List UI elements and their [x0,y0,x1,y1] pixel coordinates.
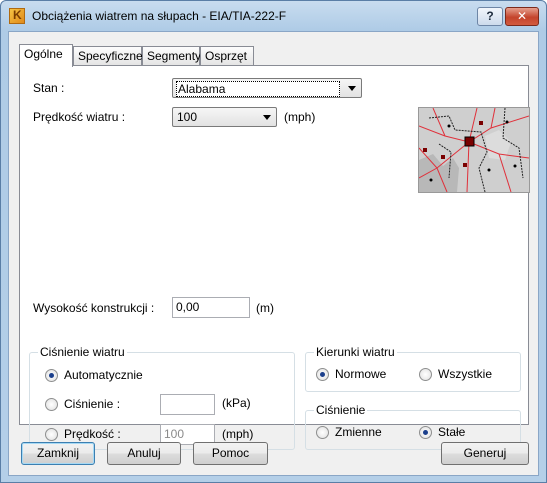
state-select-value: Alabama [176,81,340,97]
tab-accessories[interactable]: Osprzęt [200,46,254,66]
normal-radio[interactable] [316,368,329,381]
tab-label: Osprzęt [205,49,248,63]
help-button[interactable]: Pomoc [193,442,268,465]
tab-specific[interactable]: Specyficzne [73,46,143,66]
constant-radio[interactable] [419,426,432,439]
app-logo-icon [9,8,25,24]
close-button[interactable]: Zamknij [21,442,95,465]
wind-pressure-group: Ciśnienie wiatru Automatycznie Ciśnienie… [29,345,295,450]
speed-label: Prędkość : [64,427,121,441]
dialog-window: Obciążenia wiatrem na słupach - EIA/TIA-… [0,0,547,483]
close-window-button[interactable]: ✕ [505,7,539,26]
pressure-unit: (kPa) [222,396,251,410]
all-radio[interactable] [419,368,432,381]
pressure-input[interactable] [160,394,215,415]
map-icon [418,107,530,193]
wind-directions-group: Kierunki wiatru Normowe Wszystkie [305,345,521,392]
pressure-radio[interactable] [45,398,58,411]
wind-speed-unit: (mph) [284,110,316,124]
pressure-label: Ciśnienie : [64,397,121,411]
automatic-radio[interactable] [45,369,58,382]
wind-speed-select-value: 100 [177,110,198,124]
chevron-down-icon [263,115,271,120]
wind-speed-select[interactable]: 100 [172,107,277,127]
dialog-body: Ogólne Specyficzne Segmenty Osprzęt Stan… [8,31,539,476]
wind-speed-label: Prędkość wiatru : [33,110,126,124]
tab-segments[interactable]: Segmenty [142,46,202,66]
state-select[interactable]: Alabama [172,78,362,98]
title-bar[interactable]: Obciążenia wiatrem na słupach - EIA/TIA-… [1,1,546,31]
wind-directions-title: Kierunki wiatru [314,345,397,359]
tab-general[interactable]: Ogólne [19,44,73,67]
variable-radio[interactable] [316,426,329,439]
wind-pressure-title: Ciśnienie wiatru [38,345,127,359]
generate-button[interactable]: Generuj [441,442,529,465]
variable-label: Zmienne [335,425,382,439]
structure-height-unit: (m) [256,301,274,315]
automatic-label: Automatycznie [64,368,143,382]
tab-label: Ogólne [24,47,63,61]
speed-radio[interactable] [45,428,58,441]
state-map-image [418,107,530,193]
all-label: Wszystkie [438,367,492,381]
chevron-down-icon [348,86,356,91]
cancel-button[interactable]: Anuluj [107,442,181,465]
constant-label: Stałe [438,425,466,439]
pressure-mode-title: Ciśnienie [314,403,368,417]
tab-label: Segmenty [147,49,202,63]
structure-height-input[interactable]: 0,00 [172,297,250,318]
window-title: Obciążenia wiatrem na słupach - EIA/TIA-… [32,9,287,23]
help-title-button[interactable]: ? [477,7,503,26]
structure-height-label: Wysokość konstrukcji : [33,301,155,315]
normal-label: Normowe [335,367,387,381]
general-tab-panel: Stan : Alabama Prędkość wiatru : 100 (mp… [19,65,530,450]
state-label: Stan : [33,81,65,95]
speed-unit: (mph) [222,427,254,441]
tab-label: Specyficzne [78,49,143,63]
